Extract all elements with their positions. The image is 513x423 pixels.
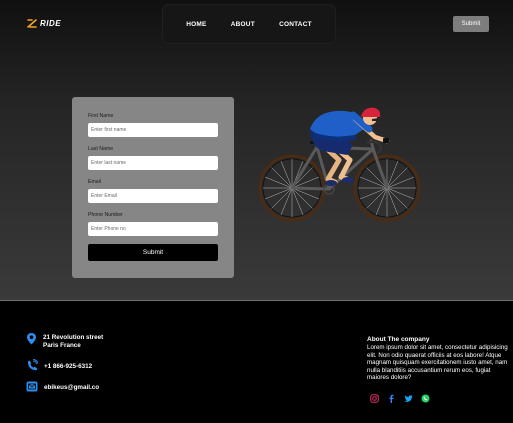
nav-about[interactable]: ABOUT	[231, 21, 255, 28]
footer-divider	[0, 300, 513, 301]
address-row: 21 Revolution street Paris France	[26, 332, 103, 349]
bike-logo-icon	[27, 18, 37, 28]
phone-row: +1 866-925-6312	[26, 359, 92, 372]
whatsapp-icon[interactable]	[421, 390, 430, 403]
phone-field[interactable]	[88, 222, 218, 236]
instagram-icon[interactable]	[370, 390, 379, 403]
location-pin-icon	[27, 333, 36, 345]
nav-contact[interactable]: CONTACT	[279, 21, 312, 28]
phone-icon	[27, 359, 38, 371]
phone-label: Phone Number	[88, 212, 123, 218]
email-label: Email	[88, 179, 101, 185]
twitter-icon[interactable]	[404, 390, 413, 402]
last-name-label: Last Name	[88, 146, 114, 152]
first-name-field[interactable]	[88, 123, 218, 137]
email-row: ebikeus@gmail.co	[26, 381, 99, 392]
signup-form: First Name Last Name Email Phone Number …	[72, 97, 234, 278]
logo-text: RIDE	[40, 18, 62, 28]
logo[interactable]: RIDE	[26, 17, 61, 29]
hero-section: RIDE HOME ABOUT CONTACT Submit First Nam…	[0, 0, 513, 300]
email-text[interactable]: ebikeus@gmail.co	[44, 384, 99, 392]
about-title: About The company	[367, 336, 430, 343]
address-text: 21 Revolution street Paris France	[43, 334, 103, 349]
header-submit-button[interactable]: Submit	[453, 16, 489, 32]
form-submit-button[interactable]: Submit	[88, 244, 218, 261]
email-field[interactable]	[88, 189, 218, 203]
last-name-field[interactable]	[88, 156, 218, 170]
main-nav: HOME ABOUT CONTACT	[162, 4, 336, 44]
email-icon	[26, 381, 38, 392]
about-company: About The company Lorem ipsum dolor sit …	[367, 336, 513, 382]
address-line-1: 21 Revolution street	[43, 334, 104, 341]
nav-home[interactable]: HOME	[186, 21, 206, 28]
phone-text: +1 866-925-6312	[44, 363, 93, 370]
facebook-icon[interactable]	[387, 390, 396, 403]
address-line-2: Paris France	[43, 341, 81, 349]
social-links	[370, 390, 430, 403]
first-name-label: First Name	[88, 113, 114, 119]
cyclist-illustration	[258, 107, 421, 222]
about-text: Lorem ipsum dolor sit amet, consectetur …	[367, 344, 508, 382]
